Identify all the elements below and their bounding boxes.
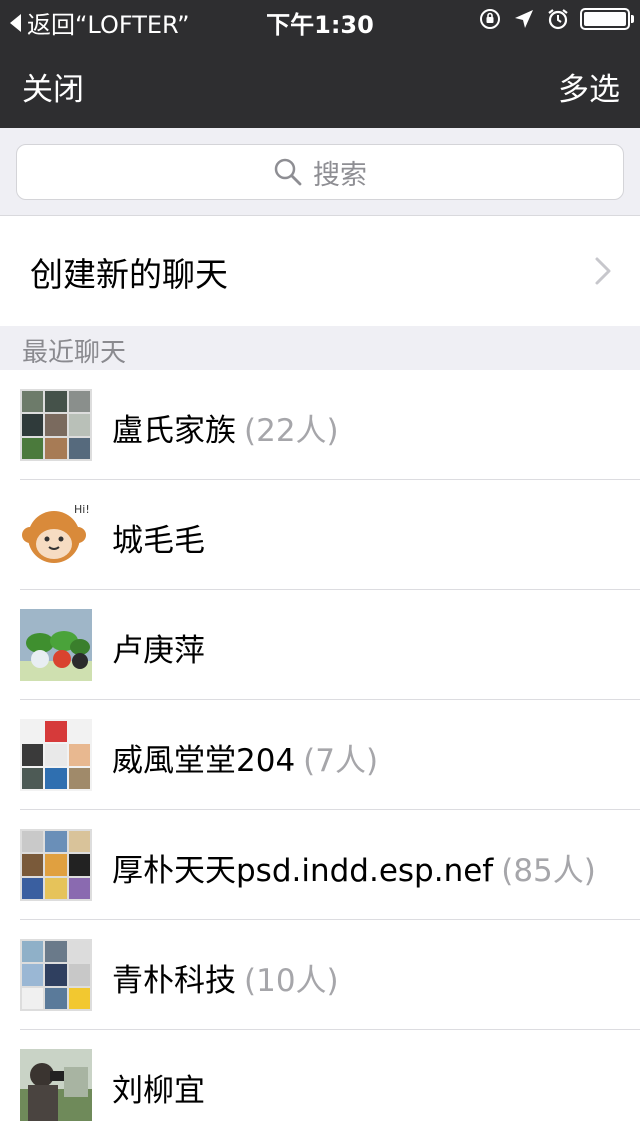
navigation-bar: 关闭 多选 <box>0 40 640 128</box>
recent-chats-label: 最近聊天 <box>22 338 127 368</box>
chat-name-text: 威風堂堂204 <box>112 743 296 779</box>
chat-item[interactable]: 厚朴天天psd.indd.esp.nef (85人) <box>0 810 640 920</box>
chat-name-text: 刘柳宜 <box>112 1073 205 1109</box>
chat-name: 城毛毛 <box>112 515 213 560</box>
chat-item[interactable]: 盧氏家族 (22人) <box>0 370 640 480</box>
search-input[interactable]: 搜索 <box>16 144 624 200</box>
chat-name: 盧氏家族 (22人) <box>112 405 339 450</box>
avatar <box>20 1049 92 1121</box>
multiselect-button[interactable]: 多选 <box>558 64 620 109</box>
chat-item[interactable]: Hi! 城毛毛 <box>0 480 640 590</box>
group-avatar <box>20 939 92 1011</box>
alarm-icon <box>548 9 568 30</box>
chat-name: 厚朴天天psd.indd.esp.nef (85人) <box>112 845 596 890</box>
chevron-right-icon <box>595 257 611 285</box>
recent-chats-header: 最近聊天 <box>0 326 640 370</box>
chat-item[interactable]: 青朴科技 (10人) <box>0 920 640 1030</box>
close-button[interactable]: 关闭 <box>22 64 84 109</box>
status-bar: 返回“LOFTER” 下午1:30 <box>0 0 640 40</box>
member-count: (10人) <box>244 963 339 999</box>
search-icon <box>274 158 302 186</box>
member-count: (7人) <box>303 743 379 779</box>
svg-text:Hi!: Hi! <box>74 503 90 516</box>
avatar <box>20 609 92 681</box>
orientation-lock-icon <box>480 9 500 29</box>
monkey-avatar-icon: Hi! <box>20 499 92 571</box>
chat-item[interactable]: 威風堂堂204 (7人) <box>0 700 640 810</box>
recent-chats-list: 盧氏家族 (22人) Hi! 城毛毛 卢庚萍 威風堂堂204 (7人) 厚朴天天… <box>0 370 640 1136</box>
chat-name-text: 卢庚萍 <box>112 633 205 669</box>
avatar: Hi! <box>20 499 92 571</box>
group-avatar <box>20 389 92 461</box>
photographer-avatar-icon <box>20 1049 92 1121</box>
chat-item[interactable]: 刘柳宜 <box>0 1030 640 1136</box>
search-area: 搜索 <box>0 128 640 216</box>
chat-name-text: 盧氏家族 <box>112 413 236 449</box>
group-avatar <box>20 829 92 901</box>
search-placeholder: 搜索 <box>313 159 367 191</box>
chat-name-text: 厚朴天天psd.indd.esp.nef <box>112 853 494 889</box>
chat-name-text: 青朴科技 <box>112 963 236 999</box>
chat-item[interactable]: 卢庚萍 <box>0 590 640 700</box>
chat-name: 威風堂堂204 (7人) <box>112 735 378 780</box>
chat-name: 卢庚萍 <box>112 625 213 670</box>
group-avatar <box>20 719 92 791</box>
member-count: (22人) <box>244 413 339 449</box>
chat-name: 青朴科技 (10人) <box>112 955 339 1000</box>
location-arrow-icon <box>515 10 533 28</box>
status-icons <box>478 7 634 31</box>
chat-name: 刘柳宜 <box>112 1065 213 1110</box>
create-new-chat-label: 创建新的聊天 <box>30 255 228 294</box>
battery-icon <box>580 8 634 30</box>
chat-name-text: 城毛毛 <box>112 523 205 559</box>
create-new-chat-row[interactable]: 创建新的聊天 <box>0 216 640 326</box>
member-count: (85人) <box>501 853 596 889</box>
plant-pots-avatar-icon <box>20 609 92 681</box>
